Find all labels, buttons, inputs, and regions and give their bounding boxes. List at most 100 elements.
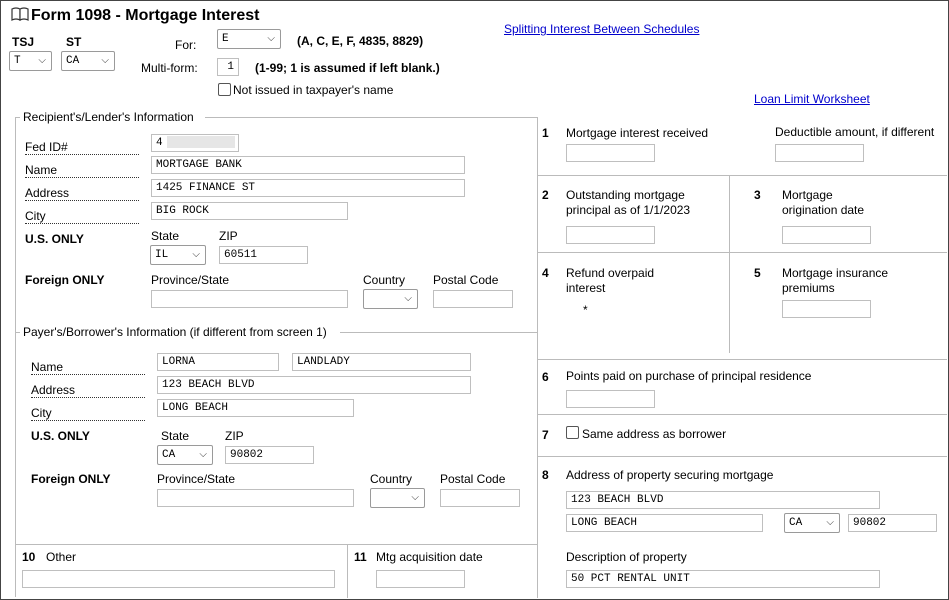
box8-number: 8 [542,468,549,482]
box4-label-1: Refund overpaid [566,266,655,280]
box3-origination-date-input[interactable] [782,226,871,244]
for-select[interactable]: E ⌵ [217,29,281,49]
payer-province-label: Province/State [157,472,236,486]
payer-country-select[interactable]: ⌵ [370,488,425,508]
payer-zip-label: ZIP [225,429,244,443]
payer-name-label: Name [31,360,145,375]
st-label: ST [66,35,82,49]
chevron-down-icon: ⌵ [199,449,207,460]
box8-state-select[interactable]: CA ⌵ [784,513,840,533]
recipient-foreign-only: Foreign ONLY [25,273,105,287]
box2-label-2: principal as of 1/1/2023 [566,203,691,217]
payer-province-input[interactable] [157,489,354,507]
fedid-input[interactable]: 4 [151,134,239,152]
box10-label: Other [46,550,77,564]
box2-number: 2 [542,188,549,202]
page-title: Form 1098 - Mortgage Interest [31,7,260,24]
loan-limit-worksheet-link[interactable]: Loan Limit Worksheet [754,92,870,106]
chevron-down-icon: ⌵ [411,492,419,503]
payer-city-label: City [31,406,145,421]
chevron-down-icon: ⌵ [404,293,412,304]
recipient-state-label: State [151,229,180,243]
payer-address-input[interactable]: 123 BEACH BLVD [157,376,471,394]
for-hint: (A, C, E, F, 4835, 8829) [297,34,424,48]
payer-postal-input[interactable] [440,489,520,507]
payer-section-border [15,332,20,333]
recipient-state-select[interactable]: IL ⌵ [150,245,206,265]
box4-label-2: interest [566,281,606,295]
box4-number: 4 [542,266,549,280]
box1-deductible-input[interactable] [775,144,864,162]
box4-star: * [583,303,588,317]
right-column-border [537,117,538,598]
payer-first-name-input[interactable]: LORNA [157,353,279,371]
chevron-down-icon: ⌵ [101,55,109,66]
payer-state-select[interactable]: CA ⌵ [157,445,213,465]
box3-number: 3 [754,188,761,202]
box7-number: 7 [542,428,549,442]
box1-interest-input[interactable] [566,144,655,162]
box1-label: Mortgage interest received [566,126,709,140]
splitting-interest-link[interactable]: Splitting Interest Between Schedules [504,22,699,36]
st-select[interactable]: CA ⌵ [61,51,115,71]
not-issued-label: Not issued in taxpayer's name [233,83,394,97]
recipient-address-label: Address [25,186,139,201]
tsj-select[interactable]: T ⌵ [9,51,52,71]
payer-address-label: Address [31,383,145,398]
box8-address-input[interactable]: 123 BEACH BLVD [566,491,880,509]
tsj-label: TSJ [12,35,35,49]
multiform-input[interactable]: 1 [217,58,239,76]
recipient-postal-label: Postal Code [433,273,499,287]
book-icon [11,6,29,22]
box8-label: Address of property securing mortgage [566,468,774,482]
payer-foreign-only: Foreign ONLY [31,472,111,486]
redacted-block [166,136,235,149]
chevron-down-icon: ⌵ [192,249,200,260]
payer-state-label: State [161,429,190,443]
payer-postal-label: Postal Code [440,472,506,486]
recipient-country-select[interactable]: ⌵ [363,289,418,309]
recipient-address-input[interactable]: 1425 FINANCE ST [151,179,465,197]
bottom-row-border [15,544,537,545]
box1-deductible-label: Deductible amount, if different [775,125,935,139]
box8-description-input[interactable]: 50 PCT RENTAL UNIT [566,570,880,588]
box11-acquisition-date-input[interactable] [376,570,465,588]
payer-us-only: U.S. ONLY [31,429,90,443]
box11-label: Mtg acquisition date [376,550,483,564]
chevron-down-icon: ⌵ [826,517,834,528]
recipient-province-input[interactable] [151,290,348,308]
box8-description-label: Description of property [566,550,687,564]
chevron-down-icon: ⌵ [38,55,46,66]
recipient-name-input[interactable]: MORTGAGE BANK [151,156,465,174]
recipient-section-title: Recipient's/Lender's Information [23,110,194,124]
box6-points-input[interactable] [566,390,655,408]
recipient-name-label: Name [25,163,139,178]
payer-last-name-input[interactable]: LANDLADY [292,353,471,371]
payer-city-input[interactable]: LONG BEACH [157,399,354,417]
recipient-us-only: U.S. ONLY [25,232,84,246]
box8-zip-input[interactable]: 90802 [848,514,937,532]
box6-label: Points paid on purchase of principal res… [566,369,812,383]
box2-principal-input[interactable] [566,226,655,244]
recipient-zip-label: ZIP [219,229,238,243]
payer-country-label: Country [370,472,413,486]
recipient-province-label: Province/State [151,273,230,287]
recipient-zip-input[interactable]: 60511 [219,246,308,264]
box5-insurance-input[interactable] [782,300,871,318]
recipient-city-label: City [25,209,139,224]
recipient-city-input[interactable]: BIG ROCK [151,202,348,220]
box2-label-1: Outstanding mortgage [566,188,685,202]
box5-number: 5 [754,266,761,280]
box10-number: 10 [22,550,36,564]
for-label: For: [175,38,197,52]
recipient-postal-input[interactable] [433,290,513,308]
multiform-label: Multi-form: [141,61,198,75]
chevron-down-icon: ⌵ [267,33,275,44]
not-issued-checkbox[interactable] [218,83,231,96]
box10-other-input[interactable] [22,570,335,588]
box8-city-input[interactable]: LONG BEACH [566,514,763,532]
payer-zip-input[interactable]: 90802 [225,446,314,464]
box7-same-address-checkbox[interactable] [566,426,579,439]
box3-label-1: Mortgage [782,188,833,202]
payer-section-title: Payer's/Borrower's Information (if diffe… [23,325,327,339]
